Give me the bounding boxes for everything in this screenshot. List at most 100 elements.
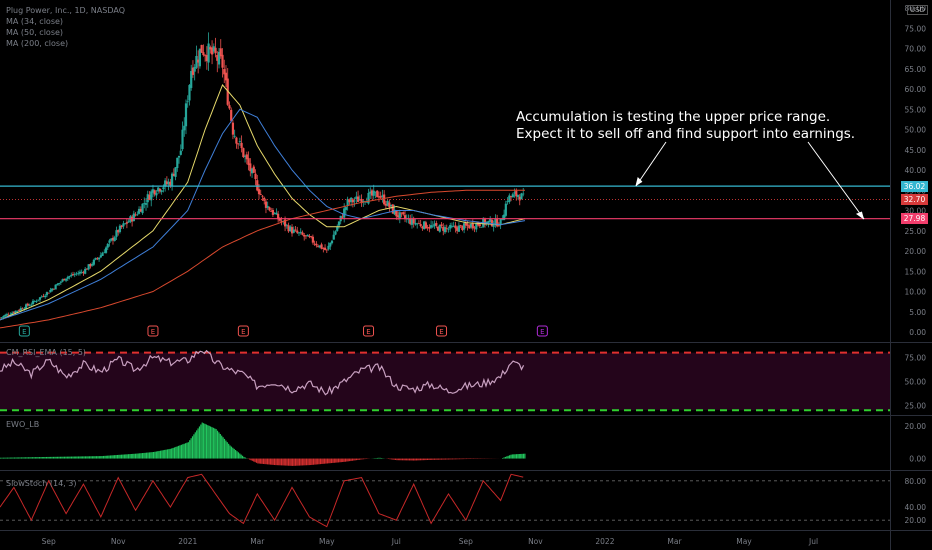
ewo-bar bbox=[432, 458, 434, 460]
price-axis-tick: 65.00 bbox=[905, 65, 927, 74]
ewo-bar bbox=[283, 458, 285, 466]
price-axis-tick: 0.00 bbox=[909, 328, 926, 337]
ewo-bar bbox=[191, 436, 194, 459]
candle-body bbox=[337, 221, 341, 226]
ewo-bar bbox=[431, 458, 433, 460]
ewo-bar bbox=[97, 456, 99, 459]
ewo-bar bbox=[108, 455, 110, 459]
ewo-bar bbox=[55, 456, 57, 459]
ewo-bar bbox=[269, 458, 271, 465]
ewo-bar bbox=[458, 458, 461, 460]
earnings-marker: E bbox=[536, 325, 548, 337]
ewo-bar bbox=[175, 446, 177, 459]
ewo-bar bbox=[127, 454, 130, 459]
ewo-bar bbox=[260, 458, 262, 464]
ewo-bar bbox=[70, 456, 73, 459]
ewo-bar bbox=[111, 455, 113, 459]
candle-body bbox=[177, 155, 181, 158]
ewo-bar bbox=[58, 456, 60, 459]
ewo-bar bbox=[37, 457, 39, 459]
ewo-bar bbox=[77, 456, 80, 459]
ewo-bar bbox=[254, 458, 256, 463]
ewo-bar bbox=[214, 428, 216, 459]
ewo-histogram bbox=[0, 422, 526, 466]
ewo-bar bbox=[183, 443, 185, 459]
ewo-bar bbox=[95, 456, 98, 459]
ewo-bar bbox=[353, 458, 355, 461]
ewo-bar bbox=[180, 444, 182, 459]
ewo-bar bbox=[2, 457, 4, 459]
ewo-bar bbox=[273, 458, 276, 466]
ewo-bar bbox=[463, 458, 465, 460]
ewo-bar bbox=[394, 458, 397, 460]
ewo-bar bbox=[417, 458, 419, 461]
ewo-bar bbox=[454, 458, 456, 460]
ewo-bar bbox=[240, 454, 242, 459]
ewo-bar bbox=[440, 458, 443, 460]
ewo-bar bbox=[415, 458, 417, 461]
ewo-bar bbox=[62, 456, 64, 459]
ewo-bar bbox=[424, 458, 426, 461]
ewo-bar bbox=[172, 447, 174, 459]
earnings-marker: E bbox=[18, 325, 30, 337]
candle-body bbox=[315, 243, 318, 246]
ewo-bar bbox=[414, 458, 416, 461]
ewo-bar bbox=[503, 457, 505, 459]
ewo-bar bbox=[16, 457, 18, 459]
ewo-bar bbox=[136, 453, 138, 459]
candle-body bbox=[162, 187, 165, 190]
ewo-bar bbox=[155, 451, 157, 459]
candle-body bbox=[443, 227, 447, 233]
ewo-bar bbox=[360, 458, 362, 460]
price-axis-tick: 55.00 bbox=[905, 105, 927, 114]
ewo-bar bbox=[82, 456, 84, 459]
ewo-bar bbox=[102, 455, 105, 459]
ewo-bar bbox=[261, 458, 263, 464]
ewo-bar bbox=[143, 452, 145, 459]
candle-body bbox=[419, 224, 422, 227]
ewo-bar bbox=[30, 457, 32, 459]
ewo-bar bbox=[304, 458, 306, 466]
time-axis-tick: Sep bbox=[459, 537, 473, 546]
candle-body bbox=[68, 275, 71, 278]
ewo-bar bbox=[186, 442, 188, 459]
ewo-bar bbox=[9, 457, 11, 459]
ewo-bar bbox=[216, 430, 219, 459]
ewo-bar bbox=[426, 458, 429, 461]
time-axis-tick: 2022 bbox=[595, 537, 614, 546]
ewo-bar bbox=[508, 455, 511, 459]
earnings-marker: E bbox=[436, 325, 448, 337]
ewo-bar bbox=[244, 457, 246, 459]
ewo-bar bbox=[272, 458, 274, 465]
ewo-bar bbox=[250, 458, 252, 461]
ewo-bar bbox=[79, 456, 81, 459]
ewo-bar bbox=[297, 458, 299, 466]
support-price-tag: 27.98 bbox=[901, 213, 928, 225]
ewo-bar bbox=[104, 455, 106, 459]
ewo-bar bbox=[461, 458, 463, 460]
candle-body bbox=[447, 228, 450, 230]
ewo-bar bbox=[168, 449, 170, 459]
candle-body bbox=[136, 214, 139, 216]
price-chart[interactable]: 0.005.0010.0015.0020.0025.0030.0035.0040… bbox=[0, 0, 932, 550]
ewo-bar bbox=[332, 458, 334, 463]
ewo-bar bbox=[251, 458, 253, 461]
earnings-marker: E bbox=[237, 325, 249, 337]
ma34-legend: MA (34, close) bbox=[6, 17, 64, 26]
ewo-bar bbox=[161, 450, 163, 459]
ewo-bar bbox=[123, 454, 125, 459]
currency-badge[interactable]: USD bbox=[907, 5, 928, 15]
candle-body bbox=[334, 231, 337, 235]
stoch-label: SlowStoch (14, 3) bbox=[6, 479, 77, 488]
candle-body bbox=[296, 230, 299, 233]
ewo-bar bbox=[232, 447, 234, 459]
ewo-bar bbox=[152, 452, 155, 459]
candle-body bbox=[336, 226, 339, 231]
candle-body bbox=[252, 166, 255, 173]
time-axis-tick: Mar bbox=[250, 537, 265, 546]
ewo-bar bbox=[379, 457, 381, 459]
ewo-bar bbox=[442, 458, 444, 460]
ewo-bar bbox=[94, 456, 96, 459]
ewo-bar bbox=[93, 456, 95, 459]
ewo-bar bbox=[26, 457, 28, 459]
